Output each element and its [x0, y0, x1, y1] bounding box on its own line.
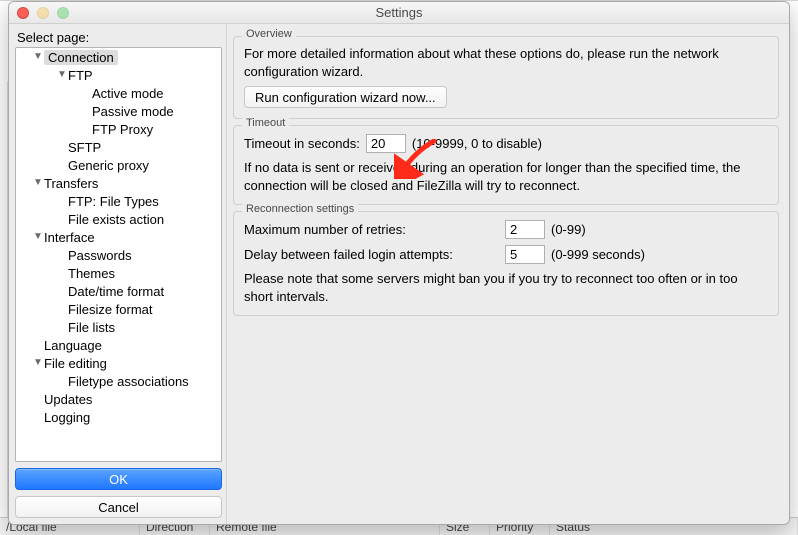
tree-item[interactable]: ▼FTP	[16, 66, 221, 84]
tree-item-label: Passwords	[68, 248, 132, 263]
overview-group: Overview For more detailed information a…	[233, 36, 779, 119]
tree-item[interactable]: Filesize format	[16, 300, 221, 318]
tree-item-label: Passive mode	[92, 104, 174, 119]
tree-item-label: Themes	[68, 266, 115, 281]
timeout-group: Timeout Timeout in seconds: (10-9999, 0 …	[233, 125, 779, 205]
disclosure-triangle-icon[interactable]: ▼	[32, 231, 44, 242]
disclosure-triangle-icon[interactable]: ▼	[32, 357, 44, 368]
tree-item-label: Active mode	[92, 86, 164, 101]
run-wizard-button[interactable]: Run configuration wizard now...	[244, 86, 447, 108]
disclosure-triangle-icon[interactable]: ▼	[32, 51, 44, 62]
timeout-range-hint: (10-9999, 0 to disable)	[412, 136, 542, 151]
retries-label: Maximum number of retries:	[244, 222, 499, 237]
tree-item-label: Date/time format	[68, 284, 164, 299]
tree-item-label: Connection	[44, 50, 118, 65]
retries-input[interactable]	[505, 220, 545, 239]
delay-label: Delay between failed login attempts:	[244, 247, 499, 262]
tree-item[interactable]: File exists action	[16, 210, 221, 228]
background-left-edge	[0, 81, 8, 517]
tree-item[interactable]: Language	[16, 336, 221, 354]
tree-item-label: Generic proxy	[68, 158, 149, 173]
tree-item-label: Language	[44, 338, 102, 353]
timeout-label: Timeout in seconds:	[244, 136, 360, 151]
tree-item[interactable]: Logging	[16, 408, 221, 426]
tree-item-label: File editing	[44, 356, 107, 371]
tree-item[interactable]: File lists	[16, 318, 221, 336]
tree-item[interactable]: Updates	[16, 390, 221, 408]
select-page-label: Select page:	[15, 28, 222, 47]
reconnect-group: Reconnection settings Maximum number of …	[233, 211, 779, 316]
tree-item-label: Interface	[44, 230, 95, 245]
tree-item[interactable]: ▼Interface	[16, 228, 221, 246]
timeout-explain: If no data is sent or received during an…	[244, 159, 768, 194]
reconnect-note: Please note that some servers might ban …	[244, 270, 768, 305]
tree-item[interactable]: ▼Connection	[16, 48, 221, 66]
timeout-title: Timeout	[242, 117, 289, 129]
titlebar: Settings	[9, 2, 789, 24]
settings-dialog: Settings Select page: ▼Connection▼FTPAct…	[8, 1, 790, 525]
tree-item-label: Logging	[44, 410, 90, 425]
tree-item[interactable]: SFTP	[16, 138, 221, 156]
tree-item-label: SFTP	[68, 140, 101, 155]
reconnect-title: Reconnection settings	[242, 203, 358, 215]
tree-item-label: FTP: File Types	[68, 194, 159, 209]
tree-item[interactable]: Passwords	[16, 246, 221, 264]
tree-item[interactable]: Active mode	[16, 84, 221, 102]
sidebar: Select page: ▼Connection▼FTPActive modeP…	[9, 24, 227, 524]
tree-item[interactable]: ▼Transfers	[16, 174, 221, 192]
tree-item-label: Filesize format	[68, 302, 153, 317]
tree-item-label: Transfers	[44, 176, 98, 191]
tree-item[interactable]: FTP Proxy	[16, 120, 221, 138]
delay-input[interactable]	[505, 245, 545, 264]
disclosure-triangle-icon[interactable]: ▼	[32, 177, 44, 188]
tree-item[interactable]: Themes	[16, 264, 221, 282]
settings-tree[interactable]: ▼Connection▼FTPActive modePassive modeFT…	[15, 47, 222, 462]
retries-hint: (0-99)	[551, 222, 586, 237]
ok-button[interactable]: OK	[15, 468, 222, 490]
disclosure-triangle-icon[interactable]: ▼	[56, 69, 68, 80]
tree-item[interactable]: Generic proxy	[16, 156, 221, 174]
tree-item-label: File exists action	[68, 212, 164, 227]
overview-title: Overview	[242, 28, 296, 40]
tree-item-label: FTP	[68, 68, 93, 83]
tree-item[interactable]: ▼File editing	[16, 354, 221, 372]
settings-content: Overview For more detailed information a…	[227, 24, 789, 524]
window-title: Settings	[9, 5, 789, 20]
timeout-input[interactable]	[366, 134, 406, 153]
tree-item-label: Filetype associations	[68, 374, 189, 389]
tree-item[interactable]: Date/time format	[16, 282, 221, 300]
overview-text: For more detailed information about what…	[244, 45, 768, 80]
tree-item[interactable]: Passive mode	[16, 102, 221, 120]
delay-hint: (0-999 seconds)	[551, 247, 645, 262]
tree-item[interactable]: Filetype associations	[16, 372, 221, 390]
tree-item-label: FTP Proxy	[92, 122, 153, 137]
cancel-button[interactable]: Cancel	[15, 496, 222, 518]
tree-item-label: Updates	[44, 392, 92, 407]
tree-item-label: File lists	[68, 320, 115, 335]
tree-item[interactable]: FTP: File Types	[16, 192, 221, 210]
